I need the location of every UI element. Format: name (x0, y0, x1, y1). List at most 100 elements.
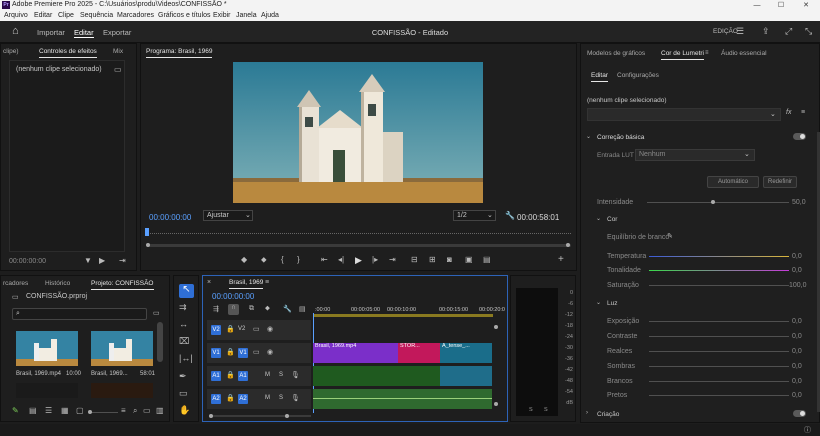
thumbnail-3[interactable] (16, 383, 78, 398)
thumbnail-4[interactable] (91, 383, 153, 398)
blacks-value[interactable]: 0,0 (792, 392, 802, 399)
track-scroll-knob[interactable] (494, 402, 498, 406)
contrast-slider[interactable] (649, 336, 789, 337)
reset-button[interactable]: Redefinir (763, 176, 797, 188)
menu-arquivo[interactable]: Arquivo (4, 12, 28, 19)
new-item-icon[interactable]: ▭ (143, 406, 151, 415)
program-timecode[interactable]: 00:00:00:00 (149, 213, 191, 222)
solo-right[interactable]: S (544, 407, 548, 413)
lift-icon[interactable]: ⊟ (411, 255, 418, 264)
saturation-value[interactable]: 100,0 (789, 282, 807, 289)
clip-tense[interactable]: A_tense_... (440, 343, 492, 363)
menu-ajuda[interactable]: Ajuda (261, 12, 279, 19)
audio-clip-a2[interactable] (313, 389, 492, 409)
step-forward-icon[interactable]: |▸ (372, 255, 378, 264)
find-icon[interactable]: ⌕ (133, 406, 137, 416)
section-light[interactable]: Luz (607, 300, 617, 307)
work-area-bar[interactable] (313, 314, 493, 317)
audio-clip-a1-2[interactable] (440, 366, 492, 386)
sync-icon[interactable]: ▭ (253, 348, 260, 356)
workspaces-icon[interactable]: ☰ (736, 26, 744, 37)
program-title[interactable]: Programa: Brasil, 1969 (146, 48, 213, 58)
timeline-timecode[interactable]: 00:00:00:00 (212, 292, 254, 301)
rectangle-tool-icon[interactable]: ▭ (179, 388, 188, 399)
write-icon[interactable]: ✎ (12, 406, 19, 415)
minimize-button[interactable]: — (748, 0, 766, 11)
track-v1-label[interactable]: V1 (238, 348, 248, 358)
lock-icon[interactable]: ▤ (29, 406, 37, 415)
workspace-label[interactable]: EDIÇÃO (713, 28, 738, 35)
camera-icon[interactable]: ◙ (447, 255, 452, 264)
menu-janela[interactable]: Janela (236, 12, 257, 19)
mark-out-icon[interactable]: { (281, 255, 284, 264)
exposure-slider[interactable] (649, 321, 789, 322)
mark-in-bracket-icon[interactable]: } (297, 255, 300, 264)
tint-value[interactable]: 0,0 (792, 267, 802, 274)
go-to-in-icon[interactable]: ⇤ (321, 255, 328, 264)
menu-marcadores[interactable]: Marcadores (117, 12, 154, 19)
zoom-right-handle[interactable] (285, 414, 289, 418)
mute-button[interactable]: M (265, 395, 270, 401)
chevron-right-icon[interactable]: › (586, 410, 588, 416)
src-a2[interactable]: A2 (211, 394, 221, 404)
timeline-title[interactable]: Brasil, 1969 (229, 279, 264, 289)
h-zoom-bar[interactable] (211, 415, 311, 417)
src-v2[interactable]: V2 (211, 325, 221, 335)
menu-icon[interactable]: ≡ (705, 50, 709, 56)
expand-icon[interactable]: ⤡ (805, 26, 812, 37)
export-frame-icon[interactable]: ⇥ (119, 256, 126, 265)
list-view-icon[interactable]: ☰ (45, 406, 52, 415)
filter-icon[interactable]: ▼ (84, 256, 92, 265)
snap-icon[interactable]: ∩ (228, 304, 239, 315)
captions-icon[interactable]: ▤ (299, 305, 306, 313)
clip-brasil[interactable]: Brasil, 1969.mp4 (313, 343, 398, 363)
temperature-value[interactable]: 0,0 (792, 253, 802, 260)
mic-icon[interactable]: 🎙 (291, 394, 300, 402)
zoom-left-handle[interactable] (146, 243, 150, 247)
marker-icon[interactable]: ⬥ (261, 255, 267, 265)
lock-icon[interactable]: 🔒 (226, 394, 235, 402)
go-to-out-icon[interactable]: ⇥ (389, 255, 396, 264)
section-color[interactable]: Cor (607, 216, 617, 223)
auto-button[interactable]: Automático (707, 176, 759, 188)
lock-icon[interactable]: 🔒 (226, 325, 235, 333)
menu-sequencia[interactable]: Sequência (80, 12, 113, 19)
timeline-settings-icon[interactable]: 🔧 (283, 305, 292, 313)
comparison-icon[interactable]: ▣ (465, 255, 473, 264)
section-creative[interactable]: Criação (597, 411, 619, 418)
menu-exibir[interactable]: Exibir (213, 12, 231, 19)
lock-icon[interactable]: 🔒 (226, 371, 235, 379)
eyedropper-icon[interactable]: ✎ (667, 232, 673, 240)
playhead-icon[interactable]: ▶ (99, 256, 105, 265)
whites-value[interactable]: 0,0 (792, 378, 802, 385)
track-a1-label[interactable]: A1 (238, 371, 248, 381)
sync-icon[interactable]: ▭ (253, 325, 260, 333)
zoom-right-handle[interactable] (566, 243, 570, 247)
step-back-icon[interactable]: ◂| (338, 255, 344, 264)
clip-story[interactable]: STOR... (398, 343, 440, 363)
icon-view-icon[interactable]: ▦ (61, 406, 69, 415)
quick-export-icon[interactable]: ⇪ (762, 26, 770, 37)
trash-icon[interactable]: ▥ (156, 406, 164, 415)
exposure-value[interactable]: 0,0 (792, 318, 802, 325)
lumetri-menu-icon[interactable]: ≡ (801, 109, 805, 116)
subtab-settings[interactable]: Configurações (617, 72, 659, 79)
shadows-slider[interactable] (649, 366, 789, 367)
eye-icon[interactable]: ◉ (267, 348, 273, 356)
track-scroll-knob[interactable] (494, 325, 498, 329)
project-search-input[interactable]: ⌕ (12, 308, 147, 320)
src-v1[interactable]: V1 (211, 348, 221, 358)
zoom-left-handle[interactable] (209, 414, 213, 418)
new-bin-icon[interactable]: ▭ (153, 309, 160, 317)
highlights-value[interactable]: 0,0 (792, 348, 802, 355)
section-basic[interactable]: Correção básica (597, 134, 644, 141)
info-icon[interactable]: ⓘ (804, 425, 811, 435)
fullscreen-icon[interactable]: ⤢ (785, 26, 792, 37)
menu-clipe[interactable]: Clipe (58, 12, 74, 19)
lut-dropdown[interactable]: Nenhum ⌄ (635, 149, 755, 161)
whites-slider[interactable] (649, 381, 789, 382)
mark-in-icon[interactable]: ◆ (241, 255, 247, 264)
intensity-value[interactable]: 50,0 (792, 199, 806, 206)
track-a2-label[interactable]: A2 (238, 394, 248, 404)
track-select-tool-icon[interactable]: ⇉ (179, 302, 187, 313)
